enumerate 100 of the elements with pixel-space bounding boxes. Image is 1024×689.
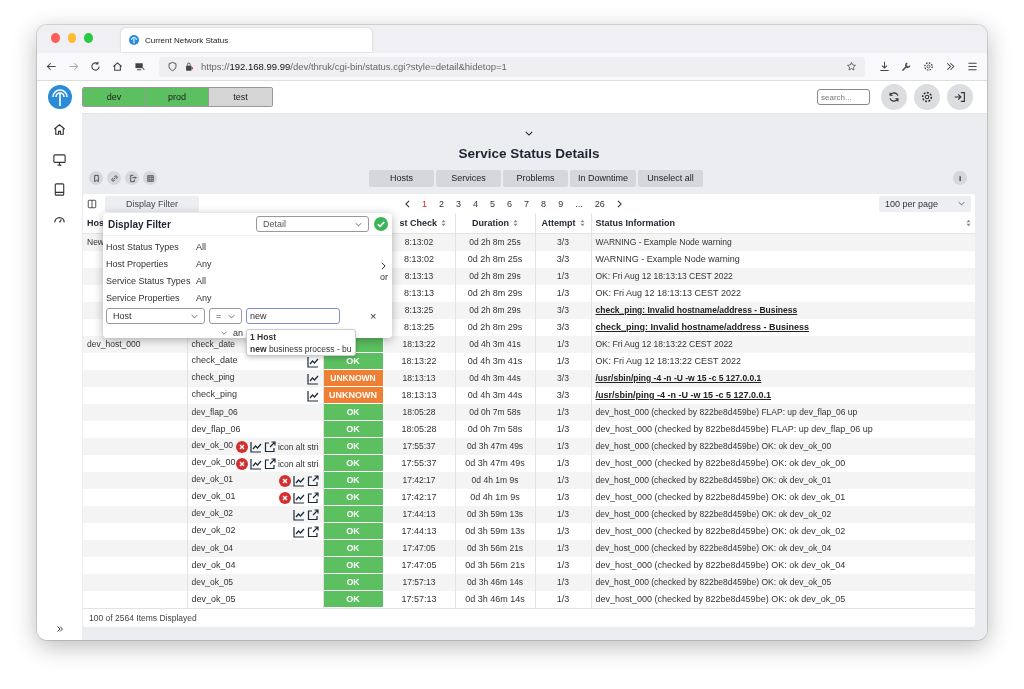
search-field[interactable]: search... [817, 89, 870, 105]
view-button[interactable]: Hosts [369, 169, 434, 187]
graph-icon[interactable] [292, 474, 305, 487]
page-link[interactable]: 8 [541, 198, 547, 209]
monitor-icon[interactable] [133, 60, 146, 73]
graph-icon[interactable] [306, 355, 319, 368]
page-link[interactable]: ... [575, 198, 583, 209]
cancel-icon[interactable] [278, 491, 291, 504]
view-button[interactable]: Unselect all [638, 169, 704, 187]
service-name[interactable]: dev_flap_06 [191, 407, 238, 417]
previous-page-icon[interactable] [405, 199, 410, 208]
display-filter-button[interactable]: Display Filter [105, 195, 199, 212]
external-link-icon[interactable] [306, 508, 319, 521]
logo-icon[interactable] [47, 85, 72, 109]
external-link-icon[interactable] [306, 474, 319, 487]
page-link[interactable]: 3 [456, 198, 462, 209]
shield-icon[interactable] [167, 61, 178, 72]
service-name[interactable]: dev_ok_01 [191, 490, 236, 501]
filter-property-label[interactable]: Service Status Types [106, 275, 196, 286]
view-button[interactable]: In Downtime [570, 169, 637, 187]
external-link-icon[interactable] [306, 491, 319, 504]
cancel-icon[interactable] [235, 440, 248, 453]
and-link[interactable]: an [233, 328, 243, 338]
cancel-icon[interactable] [235, 457, 248, 470]
column-header[interactable]: Status Information [591, 213, 975, 234]
address-bar[interactable]: https://192.168.99.99/dev/thruk/cgi-bin/status.cgi?style=detail&hidetop=1 [159, 56, 865, 77]
service-name[interactable]: check_ping [191, 371, 235, 382]
next-page-icon[interactable] [616, 199, 622, 208]
column-header[interactable]: Attempt [535, 213, 591, 234]
service-name[interactable]: dev_ok_04 [191, 560, 236, 570]
graph-icon[interactable] [306, 372, 319, 385]
service-name[interactable]: dev_ok_01 [191, 473, 234, 484]
view-select[interactable]: Detail [256, 216, 369, 232]
service-name[interactable]: dev_ok_05 [191, 577, 234, 587]
filter-property-label[interactable]: Host Properties [106, 258, 196, 269]
filter-field-select[interactable]: Host [106, 308, 205, 324]
wrench-icon[interactable] [900, 60, 913, 73]
external-link-icon[interactable] [263, 440, 276, 453]
columns-icon[interactable] [87, 198, 97, 209]
export-button[interactable] [125, 171, 139, 185]
suggestion-item[interactable]: new business process - bu [250, 344, 352, 354]
back-icon[interactable] [45, 60, 58, 73]
settings-button[interactable] [914, 84, 940, 110]
service-name[interactable]: dev_flap_06 [191, 424, 241, 434]
apply-check-icon[interactable] [374, 217, 388, 231]
home-icon[interactable] [111, 60, 124, 73]
or-link[interactable]: or [380, 272, 388, 282]
graph-icon[interactable] [292, 491, 305, 504]
table-button[interactable] [143, 171, 157, 185]
page-link[interactable]: 26 [594, 198, 605, 209]
graph-icon[interactable] [306, 389, 319, 402]
service-name[interactable]: check_date [191, 354, 238, 365]
reload-icon[interactable] [89, 60, 102, 73]
filter-property-label[interactable]: Service Properties [106, 292, 196, 303]
filter-value-field[interactable]: new [246, 308, 340, 324]
remove-filter-button[interactable]: × [370, 310, 377, 322]
page-link[interactable]: 2 [439, 198, 445, 209]
info-button[interactable]: i [953, 171, 967, 185]
menu-icon[interactable] [966, 60, 979, 73]
page-link[interactable]: 5 [490, 198, 496, 209]
service-name[interactable]: dev_ok_02 [191, 507, 234, 518]
browser-tab[interactable]: Current Network Status [121, 28, 372, 52]
page-link[interactable]: 7 [524, 198, 530, 209]
chevron-right-icon[interactable] [381, 262, 387, 270]
graph-icon[interactable] [292, 508, 305, 521]
book-icon[interactable] [52, 182, 67, 197]
expand-icon[interactable] [54, 624, 65, 634]
graph-icon[interactable] [249, 440, 262, 453]
page-link[interactable]: 4 [473, 198, 479, 209]
lock-icon[interactable] [184, 61, 195, 72]
star-icon[interactable] [846, 61, 857, 72]
service-name[interactable]: dev_ok_00 [191, 456, 236, 467]
environment-button[interactable]: test [209, 88, 272, 106]
monitor-icon[interactable] [52, 152, 67, 167]
environment-button[interactable]: dev [83, 88, 146, 106]
view-button[interactable]: Services [436, 169, 501, 187]
chevron-down-icon[interactable] [525, 131, 533, 136]
filter-property-value[interactable]: All [196, 275, 206, 286]
settings-icon[interactable] [922, 60, 935, 73]
close-window-icon[interactable] [51, 33, 60, 43]
environment-button[interactable]: prod [146, 88, 209, 106]
per-page-select[interactable]: 100 per page [879, 195, 971, 212]
page-link[interactable]: 1 [422, 198, 427, 209]
service-name[interactable]: dev_ok_00 [191, 439, 234, 450]
home-icon[interactable] [52, 122, 67, 137]
logout-button[interactable] [947, 84, 973, 110]
refresh-button[interactable] [881, 84, 907, 110]
cancel-icon[interactable] [278, 474, 291, 487]
service-name[interactable]: dev_ok_02 [191, 524, 236, 535]
service-name[interactable]: dev_ok_05 [191, 594, 236, 604]
bookmark-button[interactable] [89, 171, 103, 185]
filter-property-value[interactable]: Any [196, 292, 212, 303]
link-button[interactable] [107, 171, 121, 185]
graph-icon[interactable] [292, 525, 305, 538]
view-button[interactable]: Problems [503, 169, 568, 187]
service-name[interactable]: check_date [191, 339, 235, 349]
column-header[interactable]: Duration [455, 213, 535, 234]
operator-select[interactable]: = [209, 308, 242, 324]
filter-property-value[interactable]: All [196, 241, 206, 252]
page-link[interactable]: 9 [558, 198, 564, 209]
